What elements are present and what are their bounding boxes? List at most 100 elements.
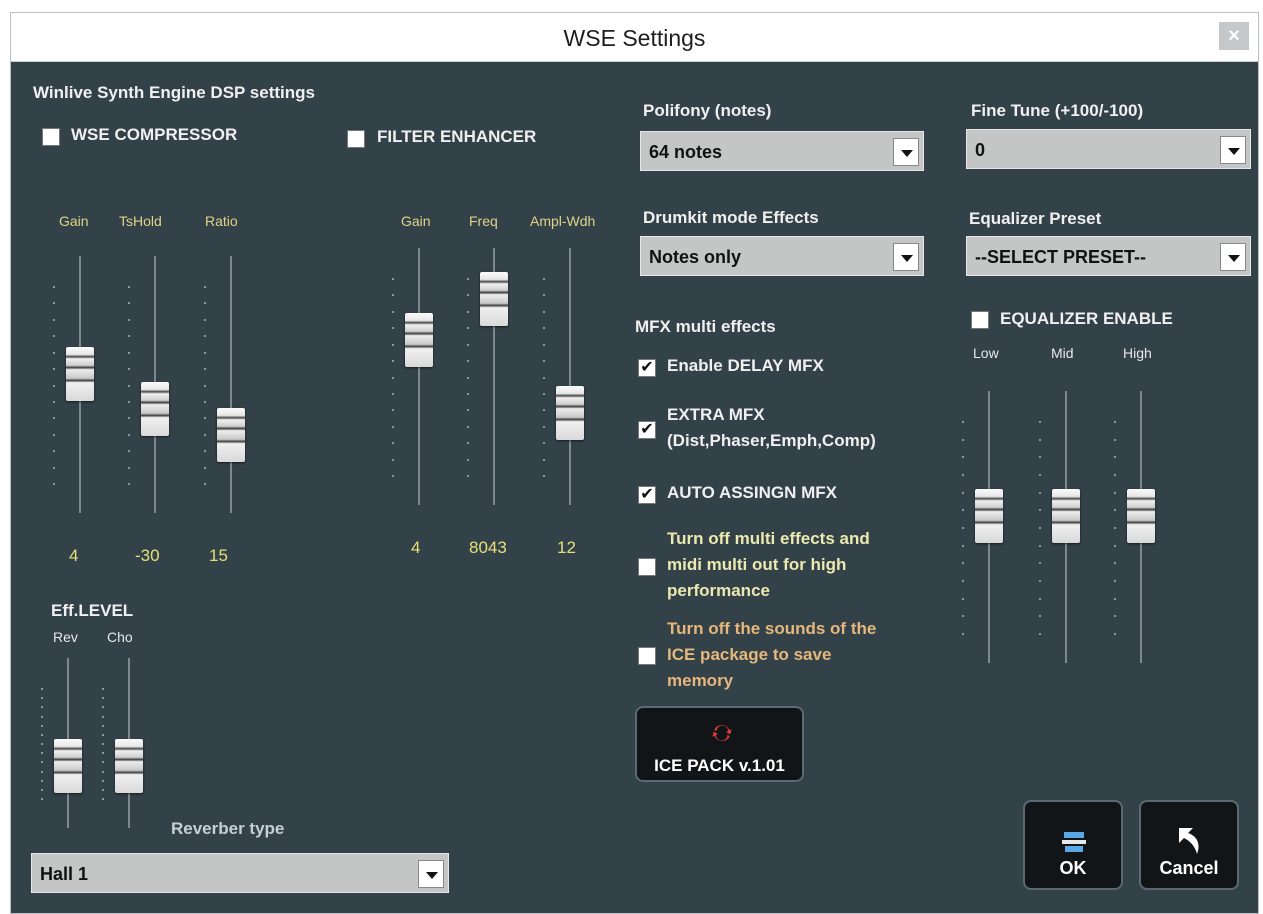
slider-tick (128, 384, 130, 387)
eq-mid-slider-knob[interactable] (1052, 489, 1080, 544)
chevron-down-icon[interactable] (1220, 243, 1246, 271)
slider-tick (467, 442, 469, 445)
equalizer-preset-value: --SELECT PRESET-- (975, 247, 1147, 267)
slider-tick (392, 343, 394, 346)
chevron-down-icon[interactable] (418, 860, 444, 888)
slider-tick (53, 417, 55, 420)
slider-tick (467, 278, 469, 280)
comp-ratio-slider-track[interactable] (230, 256, 232, 513)
cancel-button[interactable]: Cancel (1139, 800, 1239, 890)
slider-tick (467, 475, 469, 477)
slider-tick (128, 483, 130, 485)
slider-tick (392, 392, 394, 395)
eq-high-slider-knob[interactable] (1127, 489, 1155, 544)
reverber-type-dropdown[interactable]: Hall 1 (31, 853, 449, 893)
eq-low-slider-knob[interactable] (975, 489, 1003, 544)
slider-tick (543, 327, 545, 330)
slider-tick (1114, 438, 1116, 441)
slider-tick (102, 733, 104, 736)
slider-tick (543, 310, 545, 313)
slider-tick (467, 425, 469, 428)
slider-tick (962, 491, 964, 494)
equalizer-enable-checkbox[interactable] (971, 311, 989, 329)
slider-tick (53, 318, 55, 321)
slider-tick (392, 376, 394, 379)
wse-compressor-checkbox[interactable] (42, 128, 60, 146)
slider-tick (1114, 633, 1116, 635)
drumkit-dropdown[interactable]: Notes only (640, 236, 924, 276)
slider-tick (128, 450, 130, 453)
ice-pack-label: ICE PACK v.1.01 (654, 756, 785, 775)
slider-tick (41, 761, 43, 764)
slider-tick (467, 294, 469, 297)
filter-ampl-slider-track[interactable] (569, 248, 571, 505)
fine-tune-label: Fine Tune (+100/-100) (971, 101, 1144, 120)
slider-tick (1039, 456, 1041, 459)
filter-freq-header: Freq (469, 213, 498, 229)
slider-tick (41, 752, 43, 755)
eq-low-header: Low (973, 345, 999, 361)
slider-tick (1114, 580, 1116, 582)
chevron-down-icon[interactable] (893, 243, 919, 271)
filter-enhancer-checkbox[interactable] (347, 130, 365, 148)
wse-compressor-label: WSE COMPRESSOR (71, 125, 238, 144)
filter-freq-slider-knob[interactable] (480, 272, 508, 327)
equalizer-preset-dropdown[interactable]: --SELECT PRESET-- (966, 236, 1251, 276)
slider-tick (102, 761, 104, 764)
chevron-down-icon[interactable] (1220, 136, 1246, 164)
polifony-dropdown[interactable]: 64 notes (640, 131, 924, 171)
turn-off-ice-sounds-checkbox[interactable] (638, 647, 656, 665)
slider-tick (1114, 544, 1116, 547)
filter-gain-slider-knob[interactable] (405, 312, 433, 367)
slider-tick (128, 368, 130, 371)
slider-tick (962, 509, 964, 512)
slider-tick (543, 376, 545, 379)
slider-tick (1114, 597, 1116, 600)
filter-ampl-value: 12 (557, 538, 576, 557)
slider-tick (204, 483, 206, 485)
slider-tick (962, 615, 964, 618)
fine-tune-value: 0 (975, 140, 986, 160)
cho-header: Cho (107, 629, 133, 645)
slider-tick (1039, 562, 1041, 565)
extra-mfx-checkbox[interactable]: ✔ (638, 421, 656, 439)
filter-gain-slider-track[interactable] (418, 248, 420, 505)
ok-button[interactable]: OK (1023, 800, 1123, 890)
comp-ratio-slider-knob[interactable] (217, 408, 245, 463)
comp-ratio-header: Ratio (205, 213, 238, 229)
slider-tick (543, 475, 545, 477)
chevron-down-icon[interactable] (893, 138, 919, 166)
auto-assign-mfx-checkbox[interactable]: ✔ (638, 486, 656, 504)
close-button[interactable]: × (1219, 22, 1249, 50)
slider-tick (467, 327, 469, 330)
comp-gain-slider-knob[interactable] (66, 347, 94, 402)
comp-tshold-slider-knob[interactable] (141, 381, 169, 436)
slider-tick (1039, 615, 1041, 618)
rev-header: Rev (53, 629, 78, 645)
slider-tick (102, 779, 104, 782)
filter-gain-value: 4 (411, 538, 421, 557)
ok-icon (1062, 832, 1086, 852)
cho-level-slider-knob[interactable] (115, 739, 143, 794)
slider-tick (962, 580, 964, 582)
fine-tune-dropdown[interactable]: 0 (966, 129, 1251, 169)
slider-tick (53, 368, 55, 371)
rev-level-slider-knob[interactable] (54, 739, 82, 794)
ice-pack-button[interactable]: ICE PACK v.1.01 (635, 706, 804, 782)
auto-assign-mfx-label: AUTO ASSINGN MFX (667, 483, 838, 502)
slider-tick (467, 360, 469, 363)
enable-delay-mfx-checkbox[interactable]: ✔ (638, 359, 656, 377)
slider-tick (392, 310, 394, 313)
slider-tick (204, 351, 206, 354)
slider-tick (1114, 562, 1116, 565)
slider-tick (102, 752, 104, 755)
wse-settings-dialog: WSE Settings × Winlive Synth Engine DSP … (10, 12, 1259, 914)
turn-off-multi-effects-checkbox[interactable] (638, 558, 656, 576)
slider-tick (53, 286, 55, 288)
cancel-label: Cancel (1159, 858, 1219, 878)
comp-tshold-header: TsHold (119, 213, 162, 229)
slider-tick (128, 433, 130, 436)
filter-ampl-slider-knob[interactable] (556, 386, 584, 441)
drumkit-label: Drumkit mode Effects (643, 208, 819, 227)
turn-off-ice-sounds-label: Turn off the sounds of the ICE package t… (667, 619, 877, 690)
